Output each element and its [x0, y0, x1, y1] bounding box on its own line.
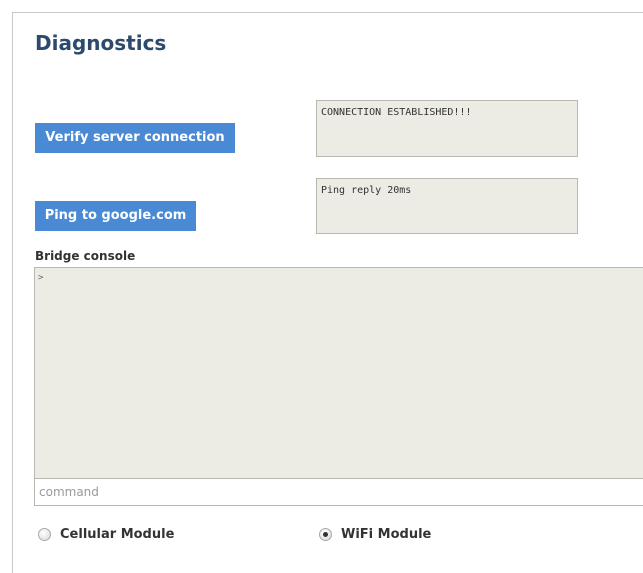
bridge-console-label: Bridge console — [35, 249, 136, 263]
verify-output-box: CONNECTION ESTABLISHED!!! — [316, 100, 578, 157]
bridge-console-output[interactable]: > — [34, 267, 643, 479]
wifi-module-label: WiFi Module — [341, 527, 432, 542]
cellular-module-option[interactable]: Cellular Module — [38, 527, 174, 542]
cellular-module-label: Cellular Module — [60, 527, 175, 542]
wifi-module-option[interactable]: WiFi Module — [319, 527, 431, 542]
verify-server-connection-button[interactable]: Verify server connection — [35, 123, 235, 153]
page-title: Diagnostics — [35, 31, 167, 55]
wifi-module-radio[interactable] — [319, 528, 332, 541]
ping-output-box: Ping reply 20ms — [316, 178, 578, 234]
ping-google-button[interactable]: Ping to google.com — [35, 201, 196, 231]
command-input[interactable] — [34, 479, 643, 506]
cellular-module-radio[interactable] — [38, 528, 51, 541]
